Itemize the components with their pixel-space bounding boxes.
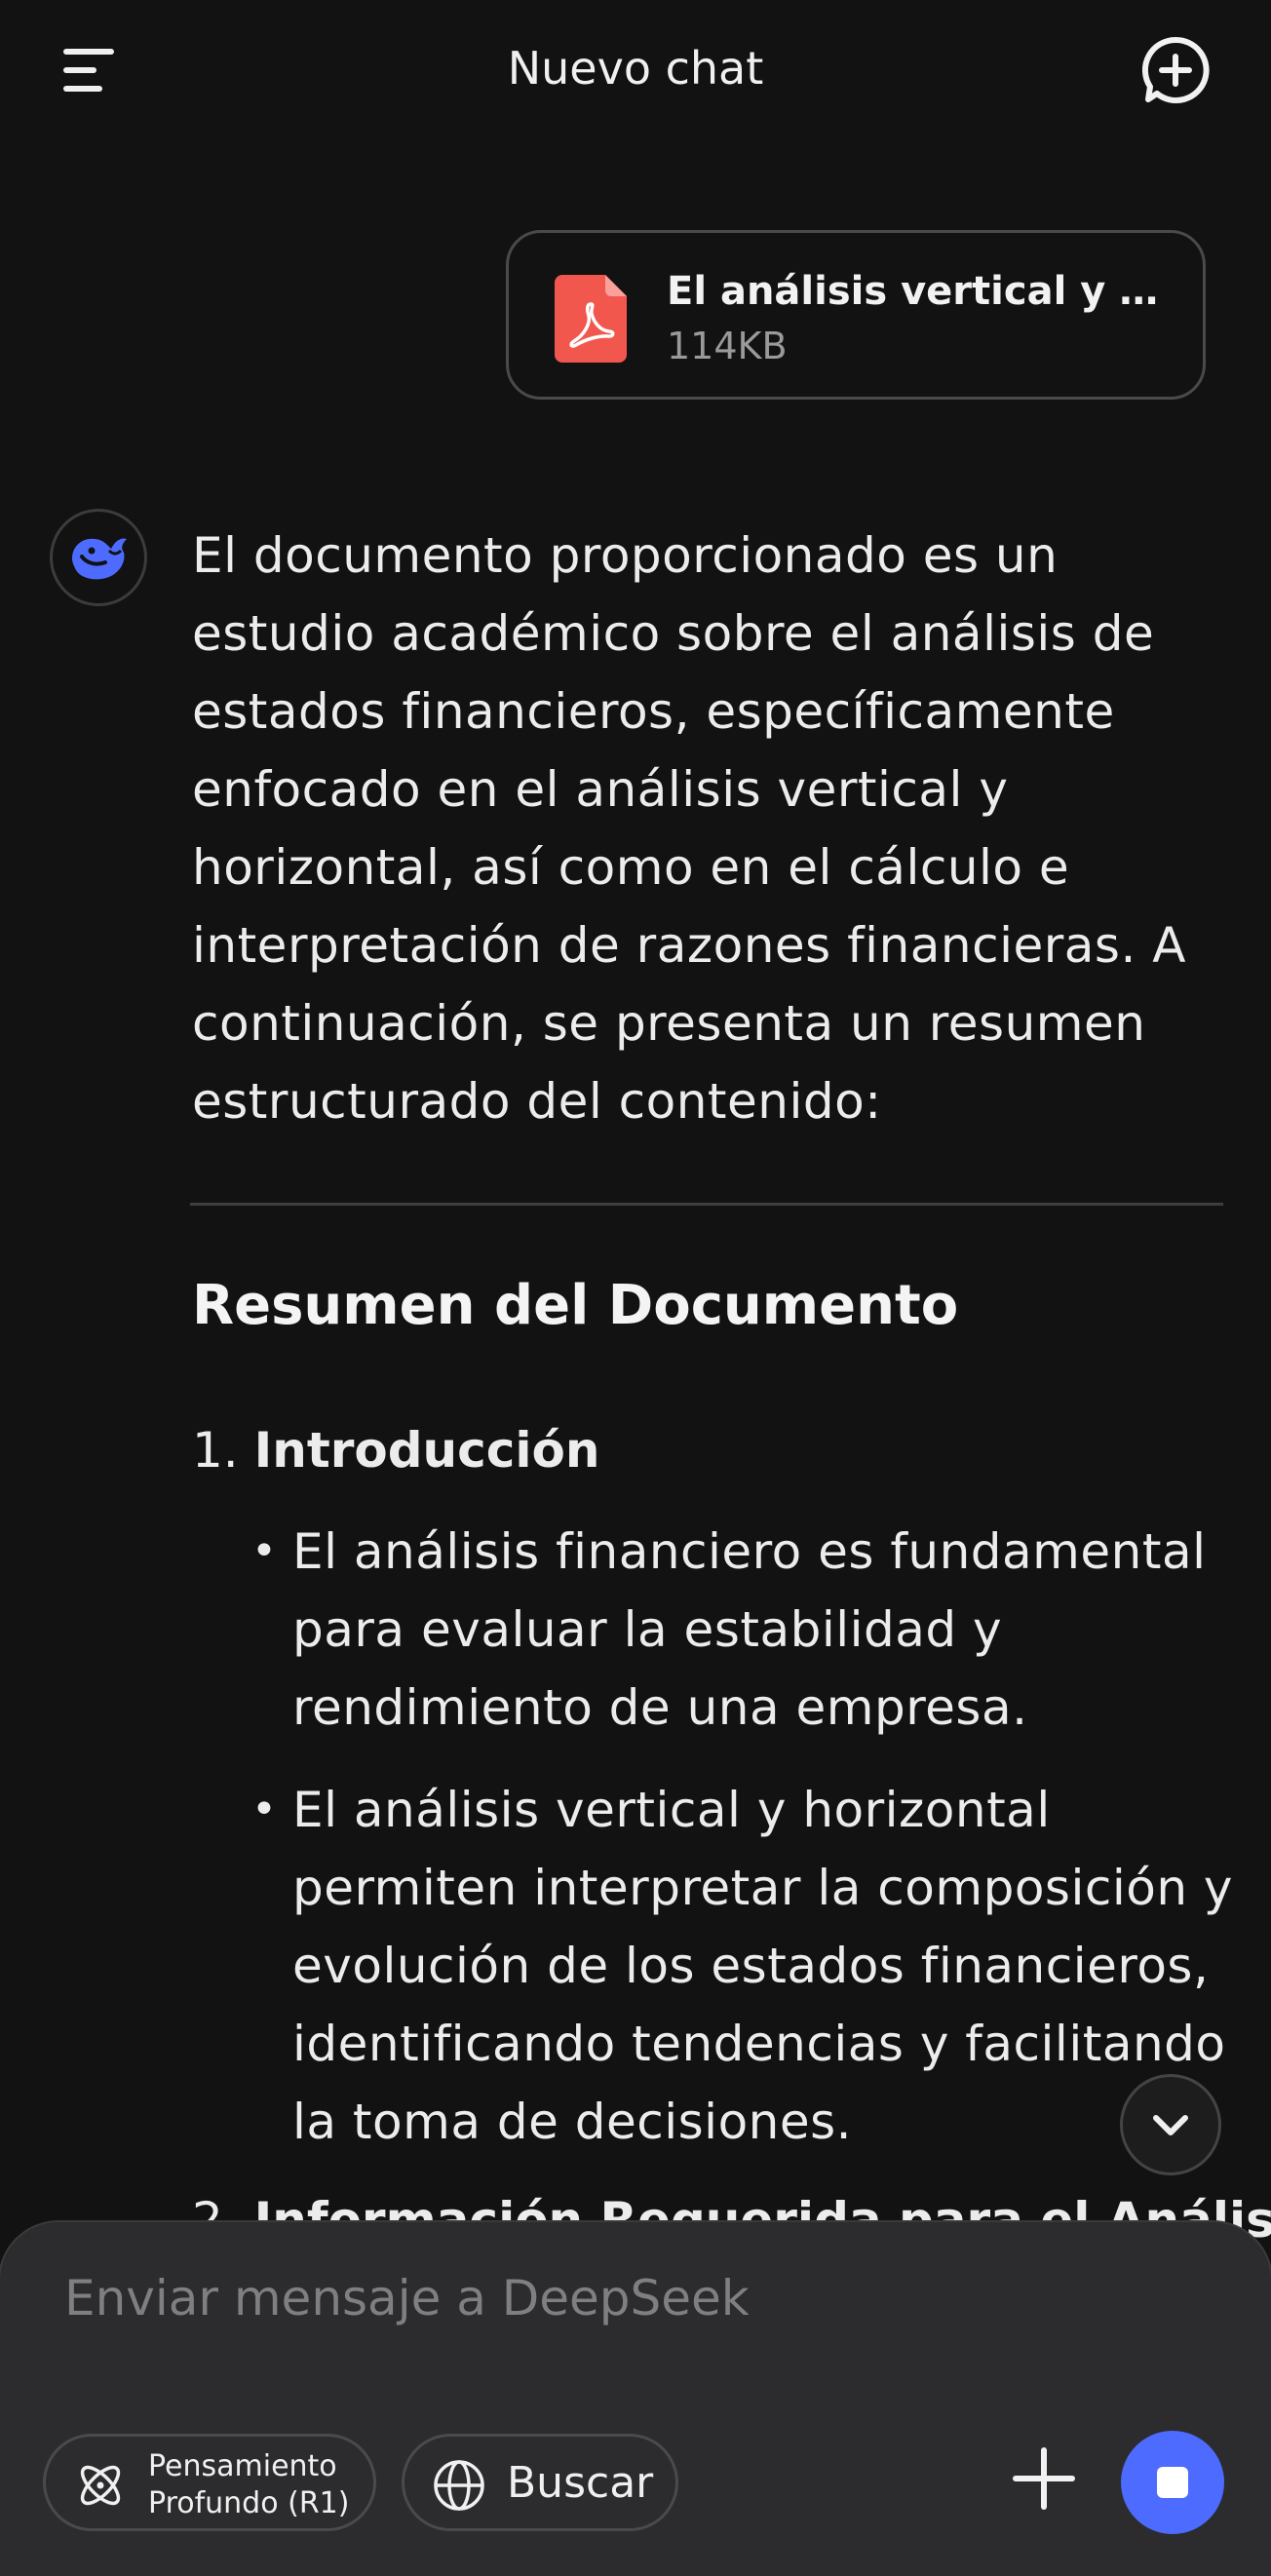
- attach-plus-icon[interactable]: [1010, 2444, 1078, 2513]
- search-toggle[interactable]: Buscar: [402, 2434, 678, 2531]
- response-heading: Resumen del Documento: [192, 1274, 959, 1337]
- section-title: 1. Introducción: [192, 1411, 599, 1489]
- attachment-file-name: El análisis vertical y hori...: [667, 269, 1174, 314]
- top-bar: Nuevo chat: [0, 0, 1271, 136]
- assistant-message: El documento proporcionado es un estudio…: [192, 517, 1235, 1140]
- new-chat-icon[interactable]: [1140, 35, 1211, 105]
- search-label: Buscar: [507, 2458, 654, 2508]
- message-input[interactable]: Enviar mensaje a DeepSeek: [64, 2263, 1039, 2333]
- section-heading: Introducción: [253, 1422, 600, 1479]
- bullet-dot: •: [251, 1526, 277, 1576]
- chevron-down-icon: [1153, 2115, 1188, 2135]
- atom-icon: [73, 2458, 128, 2513]
- section-number: 1.: [192, 1422, 239, 1479]
- list-item-text: El análisis vertical y horizontal permit…: [292, 1782, 1234, 2150]
- response-intro: El documento proporcionado es un estudio…: [192, 527, 1186, 1130]
- globe-icon: [432, 2458, 486, 2513]
- deepseek-whale-icon: [50, 509, 147, 606]
- deep-think-label: Pensamiento Profundo (R1): [148, 2449, 350, 2520]
- stop-icon: [1157, 2467, 1188, 2498]
- deep-think-toggle[interactable]: Pensamiento Profundo (R1): [43, 2434, 376, 2531]
- scroll-to-bottom-button[interactable]: [1120, 2074, 1221, 2175]
- page-title: Nuevo chat: [507, 42, 764, 95]
- list-item-text: El análisis financiero es fundamental pa…: [292, 1523, 1207, 1736]
- bullet-dot: •: [251, 1785, 277, 1834]
- list-item: • El análisis financiero es fundamental …: [251, 1513, 1236, 1747]
- pdf-file-icon: [555, 275, 627, 363]
- divider: [190, 1203, 1223, 1206]
- message-composer: Enviar mensaje a DeepSeek Pensamiento Pr…: [0, 2222, 1271, 2576]
- menu-icon[interactable]: [54, 41, 122, 99]
- attachment-file-size: 114KB: [667, 325, 788, 367]
- stop-button[interactable]: [1121, 2431, 1224, 2534]
- attachment-card[interactable]: El análisis vertical y hori... 114KB: [506, 230, 1206, 400]
- list-item: • El análisis vertical y horizontal perm…: [251, 1771, 1236, 2161]
